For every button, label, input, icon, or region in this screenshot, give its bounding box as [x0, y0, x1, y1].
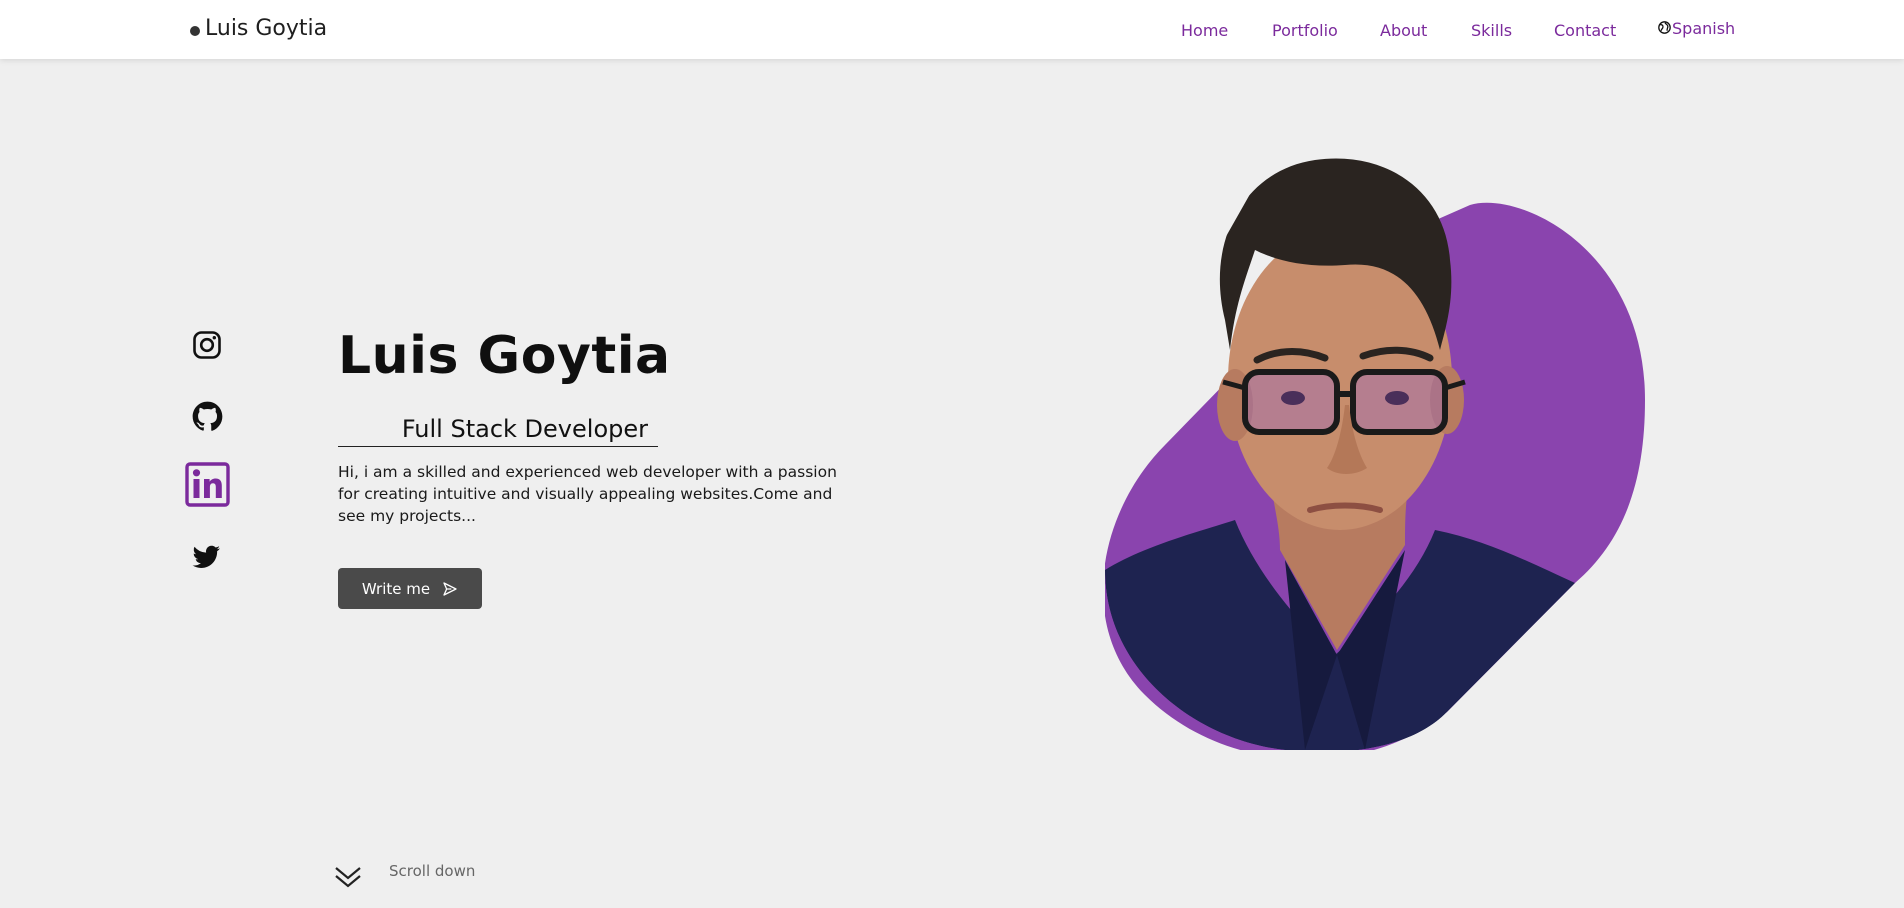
- globe-icon: [1658, 21, 1671, 34]
- nav-portfolio[interactable]: Portfolio: [1272, 21, 1338, 40]
- hero-title: Luis Goytia: [338, 326, 671, 386]
- instagram-link[interactable]: [192, 330, 222, 364]
- brand-dot-icon: [190, 26, 200, 36]
- nav-about[interactable]: About: [1380, 21, 1427, 40]
- double-chevron-down-icon: [335, 867, 361, 888]
- write-me-label: Write me: [361, 579, 431, 598]
- linkedin-icon: [185, 462, 230, 507]
- instagram-icon: [193, 331, 221, 359]
- hero-description: Hi, i am a skilled and experienced web d…: [338, 463, 837, 525]
- nav-skills[interactable]: Skills: [1471, 21, 1512, 40]
- brand-name: Luis Goytia: [205, 16, 328, 41]
- brand-logo[interactable]: Luis Goytia: [190, 16, 327, 41]
- write-me-button[interactable]: Write me: [338, 568, 482, 609]
- profile-photo: [1102, 150, 1645, 760]
- github-icon: [192, 401, 223, 431]
- language-toggle[interactable]: Spanish: [1658, 19, 1735, 38]
- twitter-icon: [192, 545, 221, 568]
- nav-home[interactable]: Home: [1181, 21, 1228, 40]
- scroll-down-label: Scroll down: [389, 862, 476, 880]
- github-link[interactable]: [192, 401, 223, 436]
- twitter-link[interactable]: [191, 543, 222, 575]
- header: Luis Goytia Home Portfolio About Skills …: [0, 0, 1904, 59]
- send-icon: [443, 581, 457, 596]
- language-label: Spanish: [1672, 19, 1736, 38]
- hero-subtitle: Full Stack Developer: [338, 412, 658, 447]
- nav-contact[interactable]: Contact: [1554, 21, 1616, 40]
- scroll-down[interactable]: Scroll down: [333, 862, 475, 892]
- linkedin-link[interactable]: [185, 462, 230, 511]
